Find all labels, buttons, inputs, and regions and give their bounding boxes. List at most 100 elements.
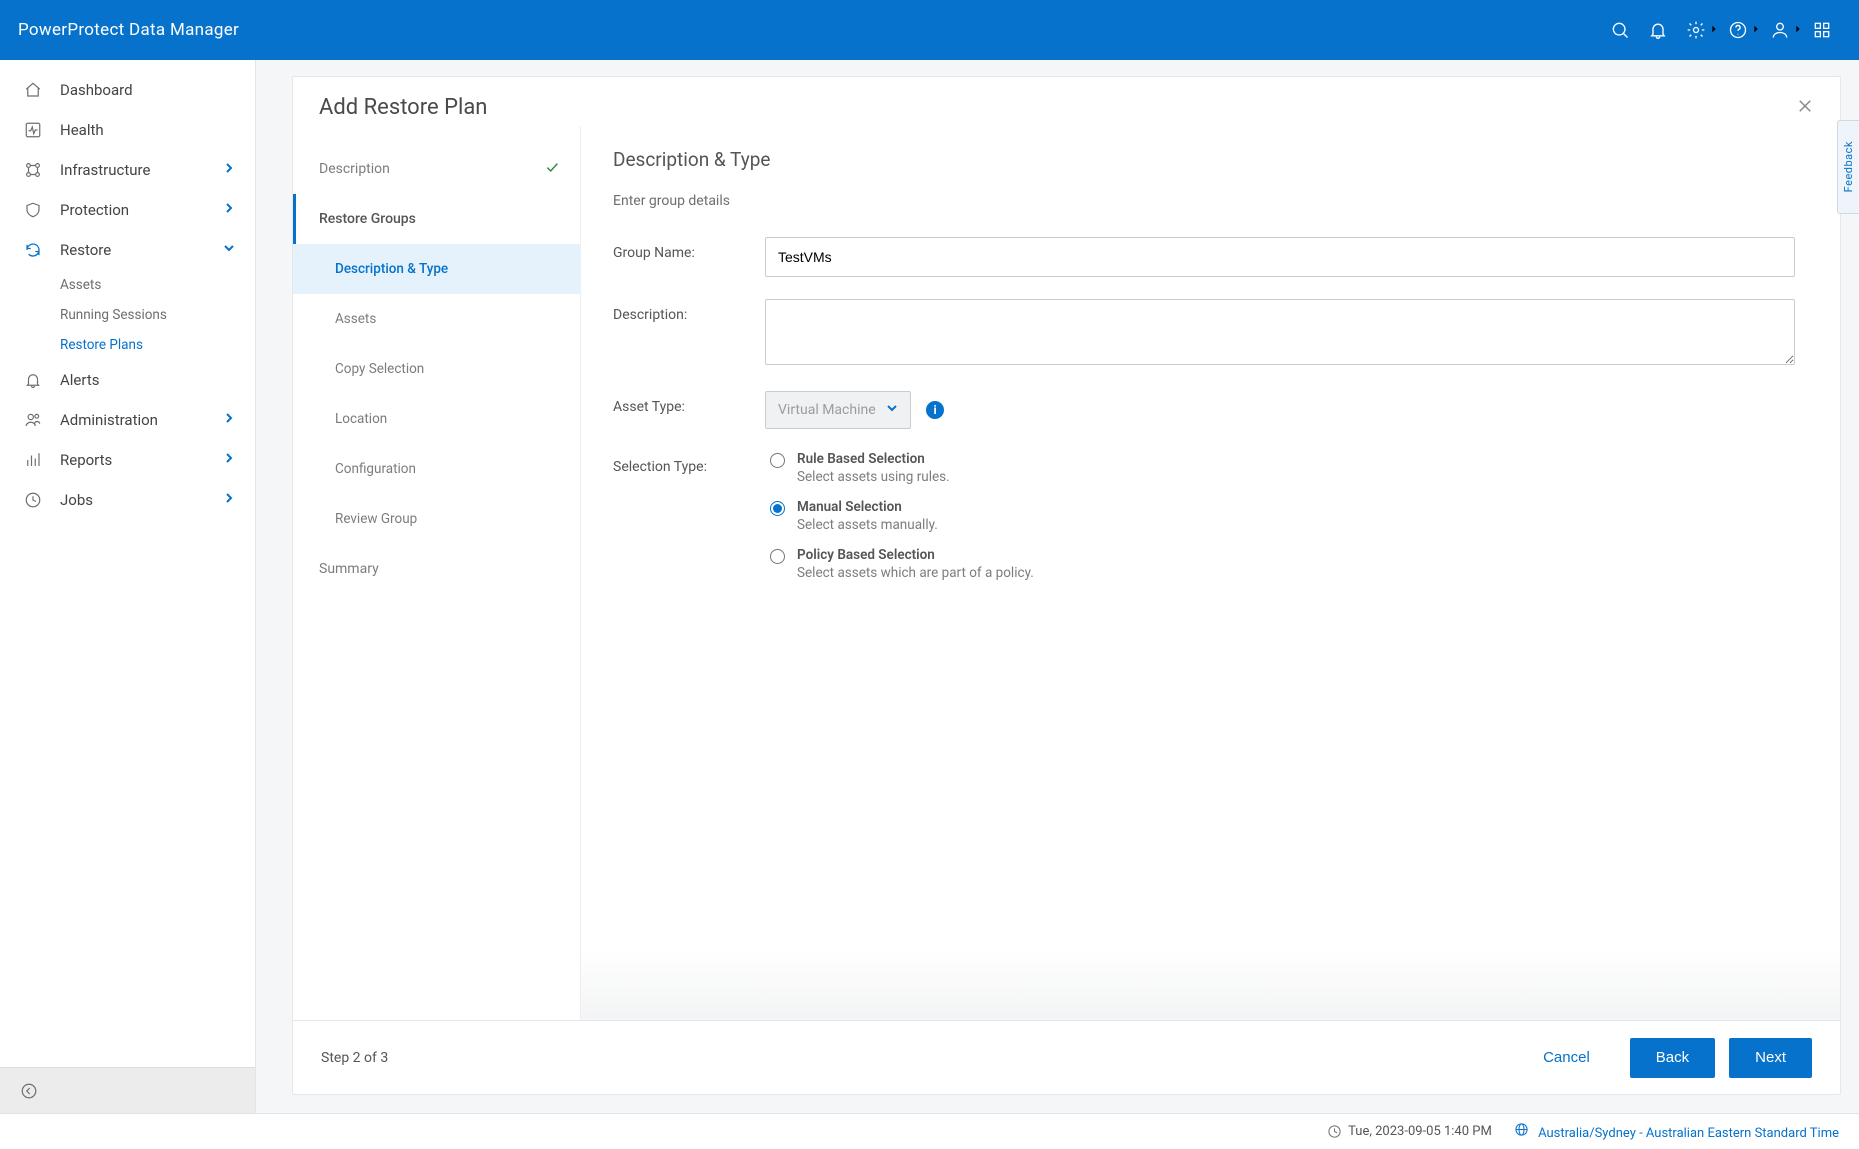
asset-type-value: Virtual Machine xyxy=(778,402,876,418)
nav-jobs[interactable]: Jobs xyxy=(0,480,255,520)
wizard-step-restore-groups[interactable]: Restore Groups xyxy=(293,194,580,244)
nav-label: Health xyxy=(60,121,235,139)
sidebar: Dashboard Health Infrastructure Protecti… xyxy=(0,60,256,1113)
status-timezone[interactable]: Australia/Sydney - Australian Eastern St… xyxy=(1514,1122,1839,1141)
wizard-step-label: Summary xyxy=(319,561,379,577)
infrastructure-icon xyxy=(22,161,44,179)
bell-icon xyxy=(22,371,44,389)
chevron-right-icon xyxy=(223,492,235,508)
nav-restore-assets[interactable]: Assets xyxy=(60,270,255,300)
group-name-label: Group Name: xyxy=(613,237,765,261)
check-icon xyxy=(544,159,560,179)
selection-option-rule[interactable]: Rule Based Selection Select assets using… xyxy=(765,451,1795,485)
globe-icon xyxy=(1514,1122,1529,1137)
radio-label: Policy Based Selection xyxy=(797,547,1034,563)
sidebar-collapse[interactable] xyxy=(0,1067,255,1113)
asset-type-select: Virtual Machine xyxy=(765,391,911,429)
jobs-icon xyxy=(22,491,44,509)
shield-icon xyxy=(22,201,44,219)
apps-icon[interactable] xyxy=(1803,11,1841,49)
feedback-tab[interactable]: Feedback xyxy=(1837,120,1859,214)
wizard-step-label: Description xyxy=(319,161,390,177)
radio-rule[interactable] xyxy=(770,453,785,468)
selection-type-label: Selection Type: xyxy=(613,451,765,475)
restore-icon xyxy=(22,241,44,259)
nav-label: Dashboard xyxy=(60,81,235,99)
nav-label: Jobs xyxy=(60,491,223,509)
radio-label: Manual Selection xyxy=(797,499,938,515)
nav-infrastructure[interactable]: Infrastructure xyxy=(0,150,255,190)
panel-header: Add Restore Plan xyxy=(293,77,1840,126)
wizard-substep-review-group[interactable]: Review Group xyxy=(293,494,580,544)
content-area: Add Restore Plan Description Restore Gro… xyxy=(256,60,1859,1113)
selection-option-manual[interactable]: Manual Selection Select assets manually. xyxy=(765,499,1795,533)
user-menu-caret-icon[interactable] xyxy=(1793,22,1803,38)
nav-label: Reports xyxy=(60,451,223,469)
wizard-substep-description-type[interactable]: Description & Type xyxy=(293,244,580,294)
close-icon[interactable] xyxy=(1796,97,1814,119)
nav-restore-plans[interactable]: Restore Plans xyxy=(60,330,255,360)
nav-reports[interactable]: Reports xyxy=(0,440,255,480)
nav-label: Alerts xyxy=(60,371,235,389)
panel-title: Add Restore Plan xyxy=(319,95,487,120)
nav-protection[interactable]: Protection xyxy=(0,190,255,230)
nav-label: Infrastructure xyxy=(60,161,223,179)
radio-label: Rule Based Selection xyxy=(797,451,950,467)
wizard-step-description[interactable]: Description xyxy=(293,144,580,194)
reports-icon xyxy=(22,451,44,469)
selection-option-policy[interactable]: Policy Based Selection Select assets whi… xyxy=(765,547,1795,581)
form-hint: Enter group details xyxy=(613,193,1808,209)
chevron-right-icon xyxy=(223,162,235,178)
nav-health[interactable]: Health xyxy=(0,110,255,150)
wizard-step-label: Restore Groups xyxy=(319,211,416,227)
bell-icon[interactable] xyxy=(1639,11,1677,49)
nav-label: Restore xyxy=(60,241,223,259)
wizard-step-summary[interactable]: Summary xyxy=(293,544,580,594)
wizard-substep-location[interactable]: Location xyxy=(293,394,580,444)
description-input[interactable] xyxy=(765,299,1795,365)
nav-label: Administration xyxy=(60,411,223,429)
nav-dashboard[interactable]: Dashboard xyxy=(0,70,255,110)
chevron-right-icon xyxy=(223,412,235,428)
nav-restore[interactable]: Restore xyxy=(0,230,255,270)
wizard-substep-assets[interactable]: Assets xyxy=(293,294,580,344)
form-area: Description & Type Enter group details G… xyxy=(581,126,1840,1020)
nav-label: Protection xyxy=(60,201,223,219)
radio-desc: Select assets manually. xyxy=(797,517,938,533)
help-menu-caret-icon[interactable] xyxy=(1751,22,1761,38)
wizard-panel: Add Restore Plan Description Restore Gro… xyxy=(292,76,1841,1095)
wizard-substep-copy-selection[interactable]: Copy Selection xyxy=(293,344,580,394)
nav-restore-running-sessions[interactable]: Running Sessions xyxy=(60,300,255,330)
status-datetime: Tue, 2023-09-05 1:40 PM xyxy=(1348,1124,1492,1139)
asset-type-label: Asset Type: xyxy=(613,391,765,415)
health-icon xyxy=(22,121,44,139)
group-name-input[interactable] xyxy=(765,237,1795,277)
chevron-right-icon xyxy=(223,452,235,468)
search-icon[interactable] xyxy=(1601,11,1639,49)
admin-icon xyxy=(22,411,44,429)
step-indicator: Step 2 of 3 xyxy=(321,1050,388,1066)
home-icon xyxy=(22,81,44,99)
info-icon[interactable]: i xyxy=(926,401,944,419)
status-timezone-label: Australia/Sydney - Australian Eastern St… xyxy=(1538,1126,1839,1141)
wizard-substep-configuration[interactable]: Configuration xyxy=(293,444,580,494)
gear-menu-caret-icon[interactable] xyxy=(1709,22,1719,38)
nav-restore-children: Assets Running Sessions Restore Plans xyxy=(0,270,255,360)
description-label: Description: xyxy=(613,299,765,323)
feedback-label: Feedback xyxy=(1842,141,1855,192)
wizard-nav: Description Restore Groups Description &… xyxy=(293,126,581,1020)
radio-manual[interactable] xyxy=(770,501,785,516)
back-button[interactable]: Back xyxy=(1630,1038,1715,1078)
nav-administration[interactable]: Administration xyxy=(0,400,255,440)
panel-footer: Step 2 of 3 Cancel Back Next xyxy=(293,1020,1840,1094)
clock-icon xyxy=(1327,1124,1342,1139)
radio-policy[interactable] xyxy=(770,549,785,564)
radio-desc: Select assets which are part of a policy… xyxy=(797,565,1034,581)
nav-alerts[interactable]: Alerts xyxy=(0,360,255,400)
chevron-down-icon xyxy=(223,242,235,258)
radio-desc: Select assets using rules. xyxy=(797,469,950,485)
next-button[interactable]: Next xyxy=(1729,1038,1812,1078)
app-title: PowerProtect Data Manager xyxy=(18,20,239,40)
status-bar: Tue, 2023-09-05 1:40 PM Australia/Sydney… xyxy=(0,1113,1859,1149)
cancel-button[interactable]: Cancel xyxy=(1517,1038,1616,1078)
